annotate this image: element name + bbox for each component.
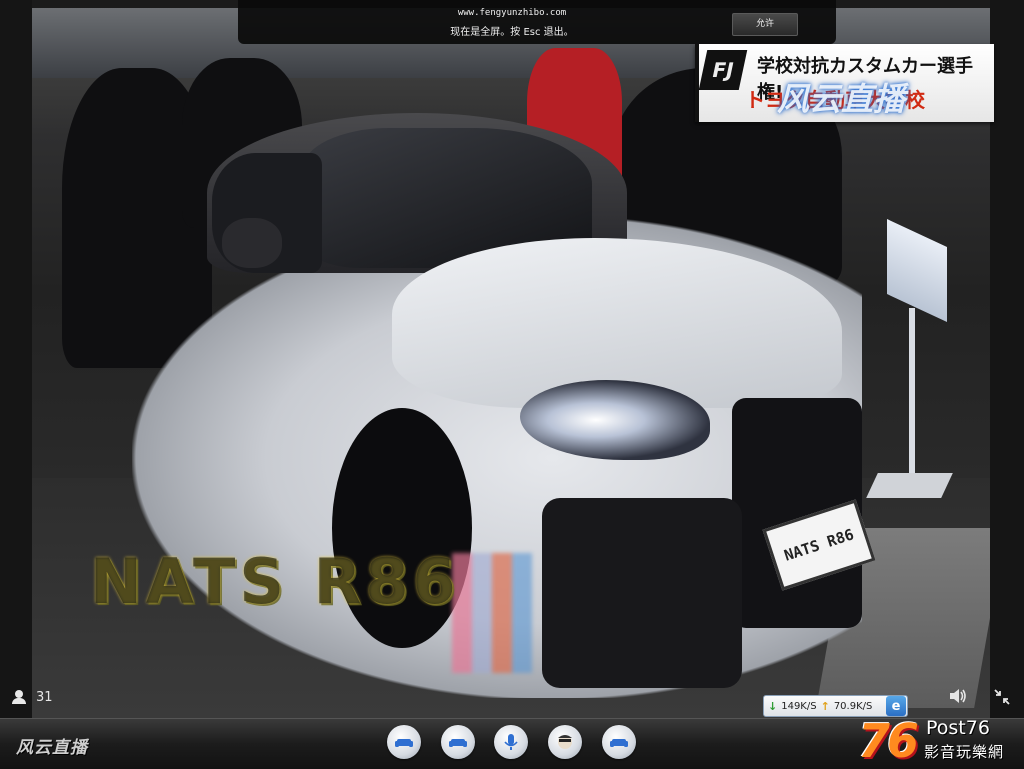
video-stand-base (866, 473, 953, 498)
video-info-stand (887, 219, 947, 322)
broadcast-logo: FJ 学校対抗カスタムカー選手権! トヨタ自動車大学校 风云直播 (695, 44, 994, 122)
fullscreen-url: www.fengyunzhibo.com (457, 8, 567, 18)
exit-fullscreen-icon[interactable] (994, 689, 1010, 705)
sofa-icon (610, 739, 628, 747)
broadcast-badge: FJ (698, 50, 748, 90)
fullscreen-message: 现在是全屏。按 Esc 退出。 (450, 27, 574, 38)
sofa-button-3[interactable] (602, 725, 636, 759)
volume-icon[interactable] (949, 688, 967, 704)
sofa-button-2[interactable] (441, 725, 475, 759)
post76-watermark: 76 Post76 影音玩樂網 (858, 714, 1018, 768)
microphone-button[interactable] (494, 725, 528, 759)
upload-speed: 70.9K/S (833, 700, 873, 712)
upload-arrow-icon: ↑ (820, 699, 830, 713)
right-letterbox (990, 0, 1024, 718)
viewer-counter: 31 (12, 688, 53, 706)
video-car-mirror (222, 218, 282, 268)
viewer-count: 31 (36, 689, 53, 705)
video-graffiti-text: NATS R86 (90, 545, 460, 618)
post76-number: 76 (858, 714, 919, 768)
download-arrow-icon: ↓ (768, 699, 778, 713)
post76-name: Post76 (926, 717, 990, 739)
sofa-icon (449, 739, 467, 747)
person-icon (12, 690, 26, 704)
download-speed: 149K/S (781, 700, 817, 712)
microphone-icon (504, 734, 518, 750)
sofa-icon (395, 739, 413, 747)
face-icon (558, 735, 572, 749)
avatar-button[interactable] (548, 725, 582, 759)
left-letterbox (0, 0, 32, 718)
allow-button[interactable]: 允许 (732, 13, 798, 36)
fullscreen-notice: www.fengyunzhibo.com 现在是全屏。按 Esc 退出。 允许 (238, 0, 836, 44)
video-stand-pole (909, 308, 915, 478)
sofa-button-1[interactable] (387, 725, 421, 759)
browser-icon[interactable]: e (886, 696, 906, 716)
channel-watermark: 风云直播 (777, 80, 906, 118)
post76-subtitle: 影音玩樂網 (924, 743, 1005, 761)
brand-logo: 风云直播 (16, 738, 88, 758)
video-car-intake (542, 498, 742, 688)
